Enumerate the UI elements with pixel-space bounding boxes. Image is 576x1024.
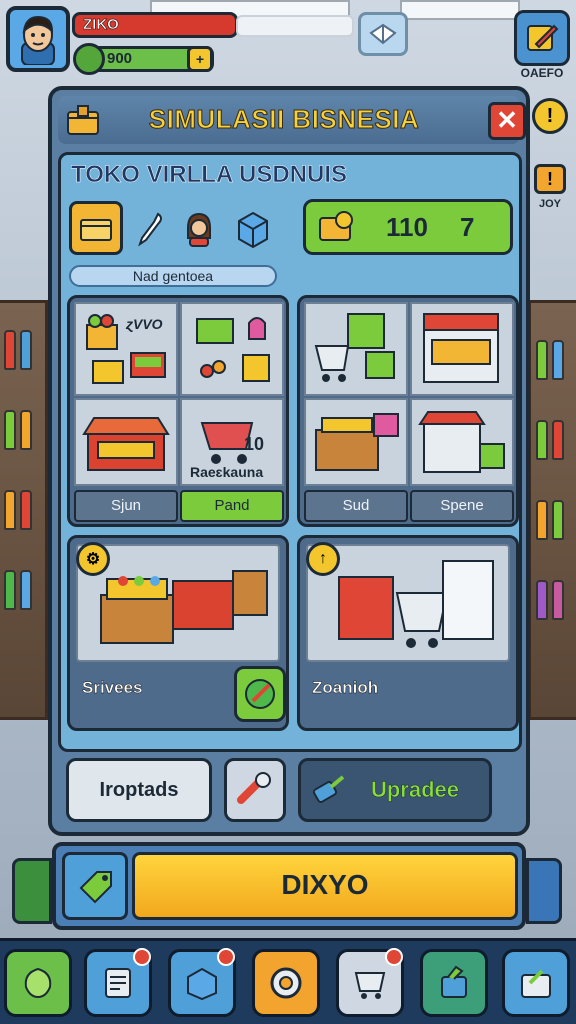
business-panel: SIMULASII BISNESIA ✕ TOKO VIRLLA USDNUIS… [48, 86, 530, 836]
hp-track [236, 15, 354, 37]
store-cell[interactable] [410, 302, 514, 396]
help-button[interactable]: ! [532, 98, 568, 134]
nav-cart-icon[interactable] [336, 948, 404, 1017]
alert-label: JOY [538, 198, 561, 210]
shelf-product [4, 570, 16, 610]
notification-badge [385, 948, 403, 966]
shelf-product [552, 500, 564, 540]
shelf-product [4, 330, 16, 370]
stock-stat[interactable]: 110 7 [303, 199, 513, 255]
top-right-label: OAEFO [520, 66, 564, 80]
worker-icon[interactable] [131, 209, 171, 249]
product-cell[interactable] [180, 302, 284, 396]
close-button[interactable]: ✕ [488, 102, 526, 140]
right-arrow-button[interactable] [526, 858, 562, 924]
add-coins-button[interactable]: + [187, 46, 213, 72]
shelf-product [552, 420, 564, 460]
tab-right-1[interactable]: Sud [304, 490, 408, 522]
left-arrow-button[interactable] [12, 858, 52, 924]
nav-delivery-icon[interactable] [420, 949, 488, 1017]
notification-badge [133, 948, 151, 966]
product-grid-card: ɀVVO 10 Raeɛkauna Sjun Pand [67, 295, 289, 527]
cart-cell-label: Raeɛkauna [190, 464, 264, 480]
gear-icon[interactable]: ⚙ [76, 542, 110, 576]
shelf-product [536, 420, 548, 460]
tag-icon[interactable] [62, 852, 128, 920]
stall-card[interactable]: ⚙ Srivees [67, 535, 289, 731]
hammer-icon [311, 771, 347, 815]
cart-cell[interactable]: 10 Raeɛkauna [180, 398, 284, 486]
shelf-product [4, 490, 16, 530]
stock-value: 110 [386, 212, 428, 242]
tab-right-2[interactable]: Spene [410, 490, 514, 522]
equipment-card-label: Zoanioh [312, 678, 379, 697]
player-name: ZIKO [83, 16, 119, 34]
bottom-nav [0, 938, 576, 1024]
shelf-product [20, 570, 32, 610]
shelf-product [4, 410, 16, 450]
stock-secondary-value: 7 [460, 212, 475, 242]
staff-avatar-icon[interactable] [179, 209, 219, 249]
store-grid-card: Sud Spene [297, 295, 519, 527]
check-icon[interactable] [234, 666, 286, 722]
inventory-box-button[interactable] [69, 201, 123, 255]
player-avatar-icon[interactable] [6, 6, 70, 72]
edit-icon[interactable] [514, 10, 570, 66]
panel-title: SIMULASII BISNESIA [148, 104, 420, 135]
player-name-bar: ZIKO [72, 12, 238, 38]
nav-settings-icon[interactable] [252, 949, 320, 1017]
box-icon [64, 102, 102, 140]
ceiling-light [400, 0, 520, 20]
gift-icon[interactable] [358, 12, 408, 56]
product-cell[interactable]: ɀVVO [74, 302, 178, 396]
panel-content: TOKO VIRLLA USDNUIS 110 7 Nad ɡentoea ɀV… [58, 152, 522, 752]
store-cell[interactable] [410, 398, 514, 486]
shelf-product [20, 330, 32, 370]
nav-shop-icon[interactable] [502, 949, 570, 1017]
stall-card-label: Srivees [82, 678, 143, 697]
coin-count: 900 [107, 50, 133, 67]
cart-badge: 10 [244, 434, 265, 454]
action-row: Iroptads Upradee [58, 752, 522, 828]
shelf-product [552, 580, 564, 620]
bottom-action-bar: DIXYO [52, 842, 526, 930]
upgrade-badge-icon[interactable]: ↑ [306, 542, 340, 576]
tab-left-1[interactable]: Sjun [74, 490, 178, 522]
nav-inventory-icon[interactable] [168, 948, 236, 1017]
panel-header: SIMULASII BISNESIA ✕ [58, 96, 526, 144]
shelf-product [536, 580, 548, 620]
main-action-button[interactable]: DIXYO [132, 852, 518, 920]
coin-icon [73, 43, 105, 75]
shop-stall-cell[interactable] [74, 398, 178, 486]
category-pill[interactable]: Nad ɡentoea [69, 265, 277, 287]
shelf-product [552, 340, 564, 380]
cube-icon[interactable] [233, 209, 273, 249]
equipment-card[interactable]: ↑ Zoanioh [297, 535, 519, 731]
nav-stats-icon[interactable] [84, 948, 152, 1017]
nav-home-icon[interactable] [4, 949, 72, 1017]
coin-bar: 900 + [73, 43, 214, 75]
upgrade-button-label: Upradee [370, 777, 460, 803]
shelf-product [536, 500, 548, 540]
upgrade-button[interactable]: Upradee [298, 758, 492, 822]
tools-button[interactable] [224, 758, 286, 822]
shelf-product [20, 490, 32, 530]
box-icon [316, 208, 356, 246]
shop-name: TOKO VIRLLA USDNUIS [71, 161, 348, 189]
store-cell[interactable] [304, 302, 408, 396]
product-cell-label: ɀVVO [126, 316, 163, 332]
store-cell[interactable] [304, 398, 408, 486]
options-button[interactable]: Iroptads [66, 758, 212, 822]
notification-badge [217, 948, 235, 966]
shelf-product [536, 340, 548, 380]
shelf-product [20, 410, 32, 450]
alert-button[interactable]: ! [534, 164, 566, 194]
tab-left-2[interactable]: Pand [180, 490, 284, 522]
